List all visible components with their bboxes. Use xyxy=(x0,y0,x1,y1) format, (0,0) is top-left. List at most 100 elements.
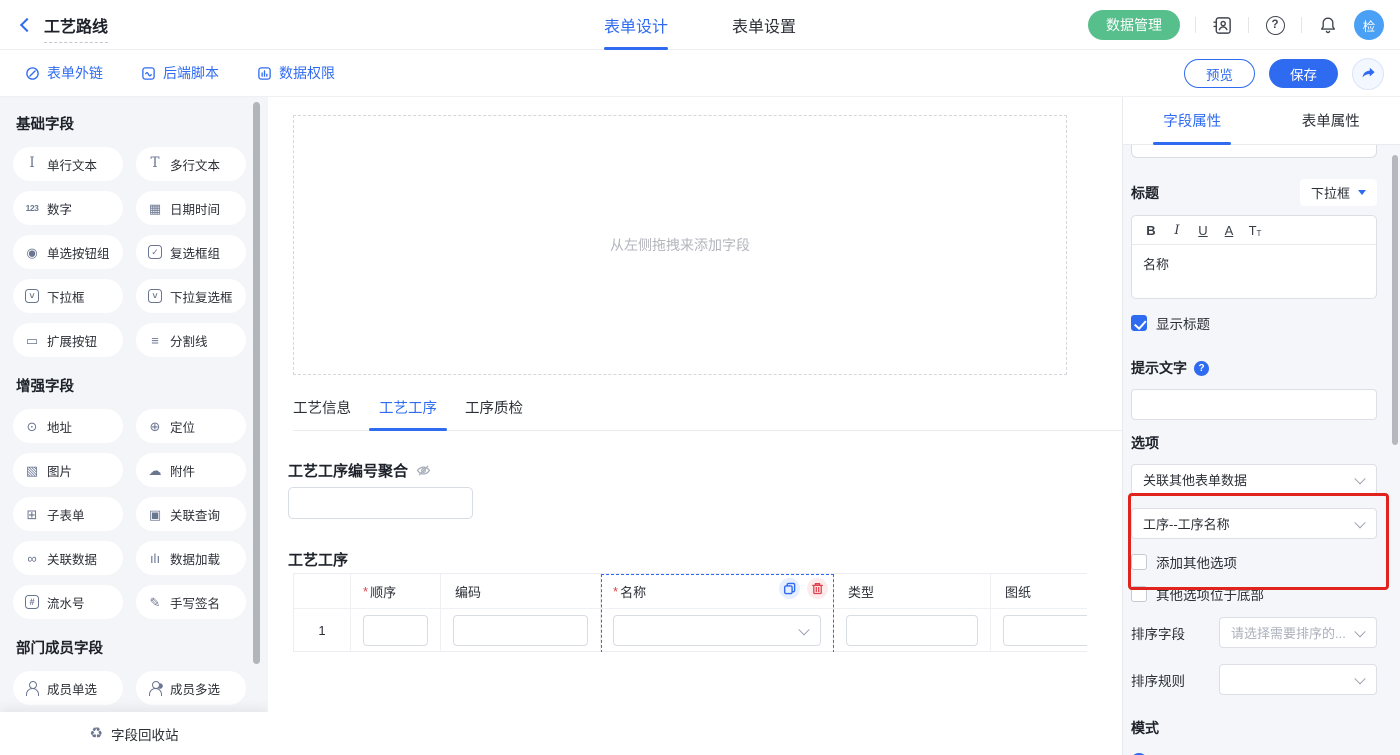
field-item-extend-button[interactable]: ▭扩展按钮 xyxy=(13,323,123,357)
chevron-down-icon xyxy=(1354,517,1365,528)
extend-button-icon: ▭ xyxy=(24,332,40,348)
recycle-icon: ♻ xyxy=(90,726,103,741)
save-button[interactable]: 保存 xyxy=(1269,59,1338,88)
contacts-book-icon[interactable] xyxy=(1211,14,1233,36)
code-input[interactable] xyxy=(453,615,588,646)
field-item-checkbox-group[interactable]: ✓复选框组 xyxy=(136,235,246,269)
show-title-checkbox[interactable] xyxy=(1131,315,1147,331)
tab-process-steps[interactable]: 工艺工序 xyxy=(379,397,437,430)
option-field-select[interactable]: 工序--工序名称 xyxy=(1131,508,1377,539)
field-recycle-bin[interactable]: ♻ 字段回收站 xyxy=(0,712,268,755)
field-item-data-load[interactable]: ılı 数据加载 xyxy=(136,541,246,575)
data-permission-link[interactable]: 数据权限 xyxy=(257,63,335,83)
form-external-link[interactable]: 表单外链 xyxy=(25,63,103,83)
field-item-member-multi[interactable]: 成员多选 xyxy=(136,671,246,705)
field-item-multi-line-text[interactable]: T多行文本 xyxy=(136,147,246,181)
scrolled-input-partial[interactable] xyxy=(1131,145,1377,158)
title-rich-editor: B I U A T 名称 xyxy=(1131,215,1377,299)
column-header-drawing[interactable]: 图纸 xyxy=(991,574,1087,608)
bold-button[interactable]: B xyxy=(1138,223,1164,238)
preview-button[interactable]: 预览 xyxy=(1184,59,1255,88)
tab-step-inspection[interactable]: 工序质检 xyxy=(465,397,523,430)
form-section-tabs: 工艺信息 工艺工序 工序质检 xyxy=(293,397,1122,431)
hint-help-icon[interactable]: ? xyxy=(1194,361,1209,376)
field-item-radio-group[interactable]: ◉单选按钮组 xyxy=(13,235,123,269)
field-item-number[interactable]: 123数字 xyxy=(13,191,123,225)
type-input[interactable] xyxy=(846,615,978,646)
option-source-select[interactable]: 关联其他表单数据 xyxy=(1131,464,1377,495)
field-item-subform[interactable]: ⊞子表单 xyxy=(13,497,123,531)
help-icon[interactable]: ? xyxy=(1264,14,1286,36)
index-column-header xyxy=(294,574,351,608)
other-bottom-checkbox[interactable] xyxy=(1131,586,1147,602)
link-label: 表单外链 xyxy=(47,63,103,83)
editor-toolbar: B I U A T xyxy=(1132,216,1376,245)
tab-field-properties[interactable]: 字段属性 xyxy=(1123,97,1262,144)
back-button[interactable] xyxy=(16,15,36,35)
delete-column-button[interactable] xyxy=(807,578,828,599)
backend-script-link[interactable]: 后端脚本 xyxy=(141,63,219,83)
tab-form-settings[interactable]: 表单设置 xyxy=(732,0,796,50)
add-other-checkbox[interactable] xyxy=(1131,554,1147,570)
chevron-down-icon xyxy=(1354,626,1365,637)
user-avatar[interactable]: 检 xyxy=(1354,10,1384,40)
title-value[interactable]: 名称 xyxy=(1132,245,1376,282)
column-label: 名称 xyxy=(620,582,646,601)
field-type-dropdown[interactable]: 下拉框 xyxy=(1300,179,1377,206)
underline-button[interactable]: U xyxy=(1190,223,1216,238)
font-color-button[interactable]: A xyxy=(1216,223,1242,238)
people-icon xyxy=(147,680,163,696)
dropzone[interactable]: 从左侧拖拽来添加字段 xyxy=(293,115,1067,375)
drawing-input[interactable] xyxy=(1003,615,1087,646)
tab-form-design[interactable]: 表单设计 xyxy=(604,0,668,50)
chevron-down-icon xyxy=(1354,673,1365,684)
field-item-location[interactable]: ⊕定位 xyxy=(136,409,246,443)
aggregate-field[interactable]: 工艺工序编号聚合 xyxy=(288,460,431,481)
subform-table-title: 工艺工序 xyxy=(288,549,348,570)
list-mode-option: 列表模式 xyxy=(1131,751,1377,755)
sort-field-select[interactable]: 请选择需要排序的... xyxy=(1219,617,1377,648)
properties-body: 标题 下拉框 B I U A T 名称 显示标题 xyxy=(1123,145,1400,755)
field-item-linked-query[interactable]: ▣关联查询 xyxy=(136,497,246,531)
tab-process-info[interactable]: 工艺信息 xyxy=(293,397,351,430)
sort-field-placeholder: 请选择需要排序的... xyxy=(1231,623,1346,642)
hint-input[interactable] xyxy=(1131,389,1377,420)
sidebar-scrollbar[interactable] xyxy=(253,102,260,664)
field-item-member-single[interactable]: 成员单选 xyxy=(13,671,123,705)
section-member-fields: 部门成员字段 xyxy=(16,637,268,658)
field-item-divider[interactable]: ≡分割线 xyxy=(136,323,246,357)
field-item-image[interactable]: ▧图片 xyxy=(13,453,123,487)
name-select[interactable] xyxy=(613,615,821,646)
sort-rule-select[interactable] xyxy=(1219,664,1377,695)
column-header-code[interactable]: 编码 xyxy=(441,574,601,608)
field-item-multi-select[interactable]: ˅下拉复选框 xyxy=(136,279,246,313)
show-title-option: 显示标题 xyxy=(1131,313,1377,333)
column-header-type[interactable]: 类型 xyxy=(834,574,991,608)
order-input[interactable] xyxy=(363,615,428,646)
bar-chart-icon: ılı xyxy=(147,550,163,566)
mode-label: 模式 xyxy=(1131,718,1377,738)
field-item-datetime[interactable]: ▦日期时间 xyxy=(136,191,246,225)
field-item-serial-number[interactable]: #流水号 xyxy=(13,585,123,619)
field-item-select[interactable]: ˅下拉框 xyxy=(13,279,123,313)
tab-form-properties[interactable]: 表单属性 xyxy=(1262,97,1400,144)
other-bottom-label: 其他选项位于底部 xyxy=(1156,584,1264,604)
notification-bell-icon[interactable] xyxy=(1317,14,1339,36)
field-item-linked-data[interactable]: ∞关联数据 xyxy=(13,541,123,575)
field-item-address[interactable]: ⊙地址 xyxy=(13,409,123,443)
field-item-label: 数据加载 xyxy=(170,549,220,568)
field-item-attachment[interactable]: ☁附件 xyxy=(136,453,246,487)
field-item-single-line-text[interactable]: I单行文本 xyxy=(13,147,123,181)
share-button[interactable] xyxy=(1352,58,1384,90)
copy-column-button[interactable] xyxy=(779,578,800,599)
data-manage-button[interactable]: 数据管理 xyxy=(1088,10,1180,40)
field-item-signature[interactable]: ✎手写签名 xyxy=(136,585,246,619)
panel-scrollbar[interactable] xyxy=(1392,155,1398,445)
dropdown-icon: ˅ xyxy=(25,289,39,303)
font-size-button[interactable]: T xyxy=(1242,223,1268,238)
form-title[interactable]: 工艺路线 xyxy=(44,13,108,43)
aggregate-field-input[interactable] xyxy=(288,487,473,519)
hint-section: 提示文字 ? xyxy=(1131,358,1377,378)
column-header-order[interactable]: *顺序 xyxy=(351,574,441,608)
italic-button[interactable]: I xyxy=(1164,223,1190,238)
